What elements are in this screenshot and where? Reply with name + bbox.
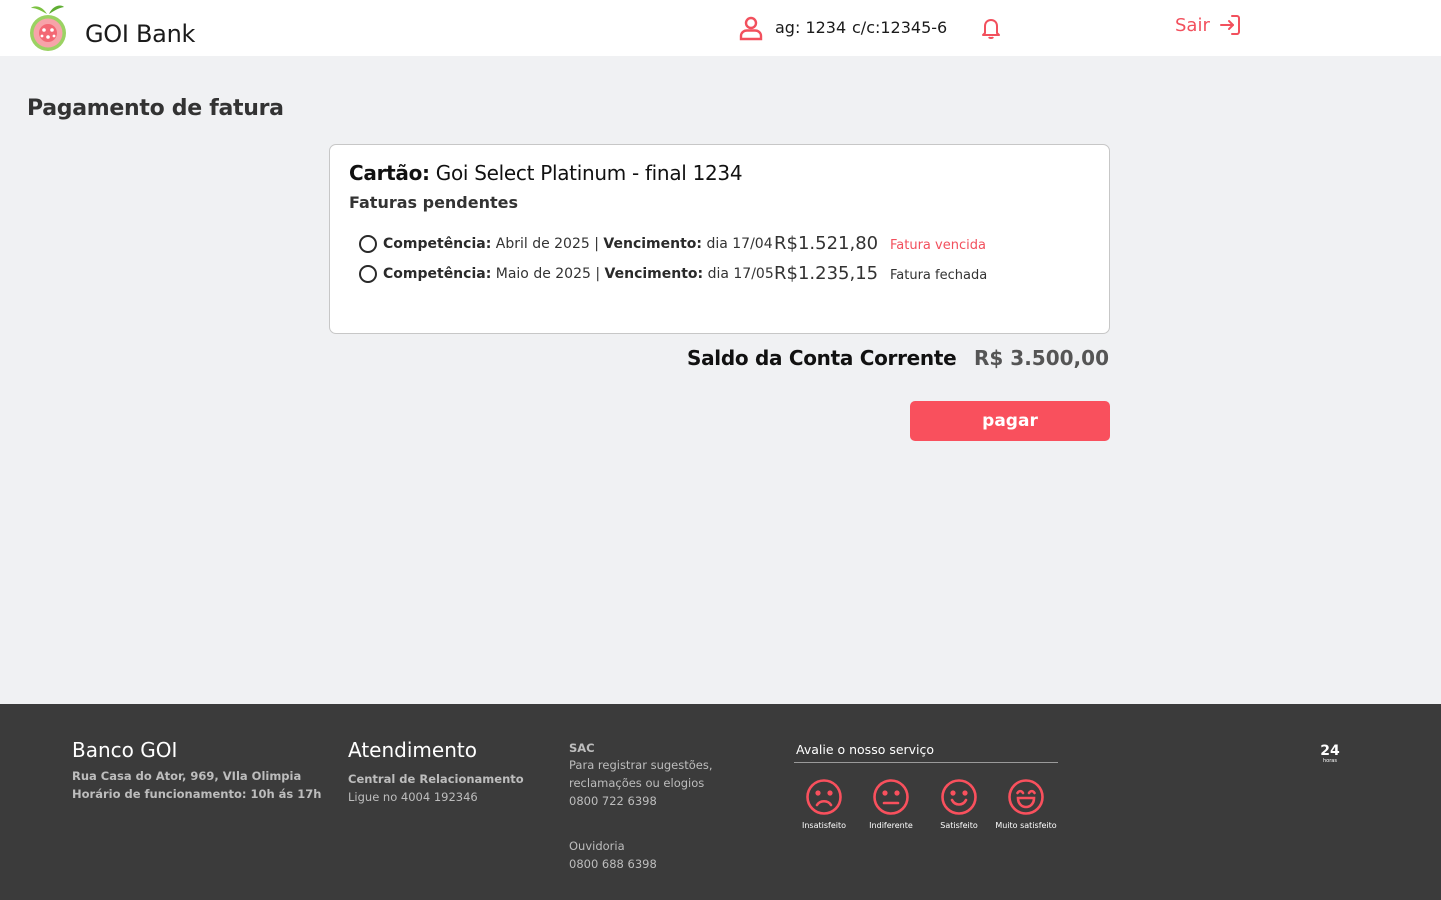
happy-face-icon[interactable] (940, 778, 978, 816)
card-name: Goi Select Platinum - final 1234 (435, 161, 743, 185)
user-icon (739, 16, 763, 41)
card-label: Cartão: (349, 161, 430, 185)
footer-sac-phone: 0800 722 6398 (569, 794, 657, 808)
balance-value: R$ 3.500,00 (974, 346, 1109, 370)
card-title: Cartão: Goi Select Platinum - final 1234 (349, 161, 743, 185)
footer-sac-title: SAC (569, 741, 595, 755)
invoice-row[interactable]: Competência: Abril de 2025 | Vencimento:… (359, 233, 1099, 255)
invoice-status: Fatura vencida (890, 238, 986, 253)
invoice-radio[interactable] (359, 235, 377, 253)
separator: | (594, 236, 599, 252)
logout-button[interactable]: Sair (1175, 13, 1242, 37)
footer-hours: Horário de funcionamento: 10h ás 17h (72, 787, 322, 801)
due-label: Vencimento: (604, 266, 704, 282)
footer-ombudsman-phone: 0800 688 6398 (569, 857, 657, 871)
footer-sac-line2: reclamações ou elogios (569, 776, 705, 790)
footer-address: Rua Casa do Ator, 969, VIla Olimpia (72, 769, 302, 783)
footer-central-phone: Ligue no 4004 192346 (348, 790, 478, 804)
rating-label: Muito satisfeito (995, 821, 1057, 830)
due-value: dia 17/05 (707, 266, 774, 282)
footer-ombudsman-title: Ouvidoria (569, 839, 625, 853)
agency-number: ag: 1234 (775, 18, 847, 37)
24-hours-badge: 24 horas (1319, 744, 1341, 764)
rating-title: Avalie o nosso serviço (796, 742, 935, 757)
top-header: GOI Bank ag: 1234 c/c:12345-6 Sair (0, 0, 1441, 56)
footer-bank-title: Banco GOI (72, 738, 178, 762)
footer: Banco GOI Rua Casa do Ator, 969, VIla Ol… (0, 704, 1441, 900)
rating-label: Insatisfeito (801, 821, 847, 830)
very-happy-face-icon[interactable] (1007, 778, 1045, 816)
badge-number: 24 (1320, 743, 1340, 759)
due-value: dia 17/04 (706, 236, 773, 252)
footer-service-title: Atendimento (348, 738, 477, 762)
competence-label: Competência: (383, 266, 492, 282)
rating-label: Satisfeito (940, 821, 978, 830)
pay-button[interactable]: pagar (910, 401, 1110, 441)
sad-face-icon[interactable] (805, 778, 843, 816)
invoice-row[interactable]: Competência: Maio de 2025 | Vencimento: … (359, 263, 1099, 285)
competence-value: Abril de 2025 (495, 236, 590, 252)
invoice-radio[interactable] (359, 265, 377, 283)
invoice-card: Cartão: Goi Select Platinum - final 1234… (329, 144, 1110, 334)
logout-label: Sair (1175, 14, 1210, 36)
invoice-description: Competência: Abril de 2025 | Vencimento:… (383, 236, 773, 252)
separator: | (595, 266, 601, 282)
neutral-face-icon[interactable] (872, 778, 910, 816)
balance-label: Saldo da Conta Corrente (687, 346, 957, 370)
account-number: c/c:12345-6 (852, 18, 948, 37)
invoice-status: Fatura fechada (890, 268, 988, 283)
invoice-amount: R$1.521,80 (774, 233, 879, 254)
rating-label: Indiferente (869, 821, 913, 830)
page-title: Pagamento de fatura (27, 96, 284, 121)
pending-invoices-heading: Faturas pendentes (349, 193, 519, 212)
rating-divider (794, 762, 1058, 763)
due-label: Vencimento: (603, 236, 702, 252)
invoice-description: Competência: Maio de 2025 | Vencimento: … (383, 266, 774, 282)
guava-logo-icon (30, 5, 66, 51)
brand-name: GOI Bank (85, 20, 196, 48)
invoice-amount: R$1.235,15 (774, 263, 879, 284)
competence-label: Competência: (383, 236, 492, 252)
logout-arrow-icon (1219, 15, 1240, 35)
footer-sac-line1: Para registrar sugestões, (569, 758, 713, 772)
competence-value: Maio de 2025 (495, 266, 591, 282)
bell-icon[interactable] (980, 16, 1002, 40)
footer-central-label: Central de Relacionamento (348, 772, 524, 786)
